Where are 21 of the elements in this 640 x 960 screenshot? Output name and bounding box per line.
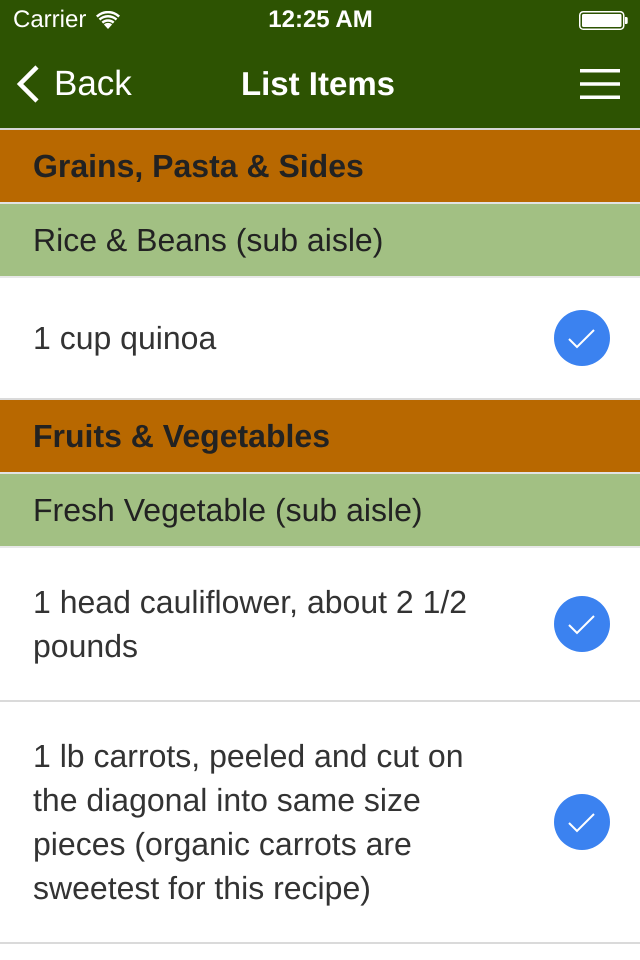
list-item-row[interactable]: 1 head cauliflower, about 2 1/2 pounds: [0, 548, 640, 702]
screen-title: List Items: [240, 65, 396, 103]
list-item-row[interactable]: 1 lb carrots, peeled and cut on the diagonal into same size pieces (organic carrots are sweetest for this recipe): [0, 702, 640, 944]
aisle-header: Grains, Pasta & Sides: [0, 130, 640, 204]
item-text: 1 cup quinoa: [33, 319, 218, 358]
item-text: 1 head cauliflower, about 2 1/2 pounds: [33, 583, 468, 666]
sub-aisle-header: Fresh Vegetable (sub aisle): [0, 474, 640, 548]
checked-circle-icon[interactable]: [554, 310, 610, 366]
menu-button[interactable]: [580, 69, 620, 99]
back-button[interactable]: Back: [16, 64, 132, 104]
item-text: 1 lb carrots, peeled and cut on the diagonal into same size pieces (organic carrots are sweetest for this recipe): [33, 737, 464, 908]
chevron-left-icon: [16, 65, 40, 103]
battery-icon: [579, 10, 628, 30]
status-time: 12:25 AM: [268, 6, 373, 34]
carrier-label: Carrier: [13, 6, 86, 34]
checked-circle-icon[interactable]: [554, 794, 610, 850]
wifi-icon: [96, 11, 120, 29]
checked-circle-icon[interactable]: [554, 596, 610, 652]
sub-aisle-header: Rice & Beans (sub aisle): [0, 204, 640, 278]
aisle-header: Fruits & Vegetables: [0, 400, 640, 474]
menu-icon: [580, 69, 620, 99]
